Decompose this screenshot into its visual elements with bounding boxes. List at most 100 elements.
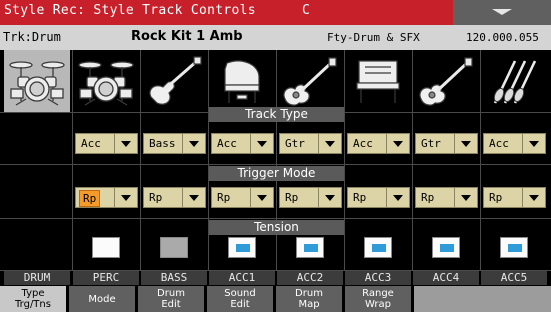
grand-piano-icon bbox=[224, 60, 260, 103]
page-menu-button[interactable] bbox=[453, 0, 551, 25]
tension-toggle-bass[interactable] bbox=[160, 237, 188, 258]
track-label-acc2[interactable]: ACC2 bbox=[277, 271, 343, 285]
trigger-mode-header: Trigger Mode bbox=[209, 166, 344, 181]
dropdown-arrow-icon bbox=[114, 188, 137, 207]
style-name: Rock Kit 1 Amb bbox=[131, 29, 243, 44]
trigger-mode-dropdown-acc2[interactable]: Rp bbox=[279, 187, 342, 208]
track-icon-acc4[interactable] bbox=[413, 50, 479, 112]
tab-empty-slot bbox=[414, 286, 551, 312]
tab-sound-edit[interactable]: Sound Edit bbox=[207, 286, 273, 312]
track-type-dropdown-acc2[interactable]: Gtr bbox=[279, 133, 342, 154]
dropdown-arrow-icon bbox=[386, 188, 409, 207]
dropdown-arrow-icon bbox=[250, 188, 273, 207]
style-track-controls-screen: Style Rec: Style Track Controls C Trk:Dr… bbox=[0, 0, 551, 312]
tension-on-indicator bbox=[508, 244, 522, 252]
dropdown-arrow-icon bbox=[454, 134, 477, 153]
strings-icon bbox=[493, 60, 537, 104]
track-type-dropdown-acc5[interactable]: Acc bbox=[483, 133, 546, 154]
track-label-acc4[interactable]: ACC4 bbox=[413, 271, 479, 285]
track-label-acc1[interactable]: ACC1 bbox=[209, 271, 275, 285]
track-icon-acc3[interactable] bbox=[345, 50, 411, 112]
track-icon-acc2[interactable] bbox=[277, 50, 343, 112]
tab-drum-edit[interactable]: Drum Edit bbox=[138, 286, 204, 312]
drum-kit-icon bbox=[78, 61, 134, 106]
track-label-perc[interactable]: PERC bbox=[73, 271, 139, 285]
trigger-mode-dropdown-bass[interactable]: Rp bbox=[143, 187, 206, 208]
track-type-dropdown-perc[interactable]: Acc bbox=[75, 133, 138, 154]
acoustic-guitar-icon bbox=[283, 57, 337, 106]
track-type-dropdown-bass[interactable]: Bass bbox=[143, 133, 206, 154]
track-type-dropdown-acc3[interactable]: Acc bbox=[347, 133, 410, 154]
tension-toggle-acc4[interactable] bbox=[432, 237, 460, 258]
track-type-dropdown-acc1[interactable]: Acc bbox=[211, 133, 274, 154]
track-type-value: Bass bbox=[149, 137, 176, 150]
page-title: Style Rec: Style Track Controls bbox=[4, 3, 256, 18]
track-type-value: Acc bbox=[217, 137, 237, 150]
tab-type-trg-tns[interactable]: Type Trg/Tns bbox=[0, 286, 66, 312]
track-label-acc3[interactable]: ACC3 bbox=[345, 271, 411, 285]
acoustic-guitar-icon bbox=[419, 57, 473, 106]
tab-label-line1: Range bbox=[362, 288, 394, 299]
trigger-mode-value: Rp bbox=[353, 191, 367, 204]
trigger-mode-value: Rp bbox=[489, 191, 503, 204]
page-menu-arrow-icon bbox=[492, 9, 512, 15]
dropdown-arrow-icon bbox=[318, 188, 341, 207]
dropdown-arrow-icon bbox=[250, 134, 273, 153]
trigger-mode-value: Rp bbox=[217, 191, 231, 204]
info-bar: Trk:Drum Rock Kit 1 Amb Fty-Drum & SFX 1… bbox=[0, 25, 551, 50]
tension-toggle-acc5[interactable] bbox=[500, 237, 528, 258]
trigger-mode-dropdown-acc1[interactable]: Rp bbox=[211, 187, 274, 208]
tab-label-line2: Edit bbox=[161, 299, 181, 310]
track-type-value: Gtr bbox=[285, 137, 305, 150]
track-icon-drum[interactable] bbox=[4, 50, 70, 112]
tab-label-line1: Sound bbox=[224, 288, 256, 299]
track-type-value: Acc bbox=[353, 137, 373, 150]
tension-toggle-perc[interactable] bbox=[92, 237, 120, 258]
track-type-value: Acc bbox=[81, 137, 101, 150]
tension-toggle-acc3[interactable] bbox=[364, 237, 392, 258]
tab-drum-map[interactable]: Drum Map bbox=[276, 286, 342, 312]
track-icon-acc5[interactable] bbox=[481, 50, 547, 112]
trigger-mode-value: Rp bbox=[149, 191, 163, 204]
mode-indicator: C bbox=[302, 3, 310, 18]
tension-toggle-acc2[interactable] bbox=[296, 237, 324, 258]
track-icon-perc[interactable] bbox=[73, 50, 139, 112]
tab-mode[interactable]: Mode bbox=[69, 286, 135, 312]
tension-toggle-acc1[interactable] bbox=[228, 237, 256, 258]
track-type-value: Gtr bbox=[421, 137, 441, 150]
trigger-mode-dropdown-acc3[interactable]: Rp bbox=[347, 187, 410, 208]
trigger-mode-dropdown-perc[interactable]: Rp bbox=[75, 187, 138, 208]
style-bank: Fty-Drum & SFX bbox=[327, 31, 420, 44]
trigger-mode-value: Rp bbox=[79, 190, 101, 207]
tab-label-line1: Drum bbox=[157, 288, 185, 299]
drum-kit-icon bbox=[9, 61, 65, 106]
track-icon-bass[interactable] bbox=[141, 50, 207, 112]
tab-range-wrap[interactable]: Range Wrap bbox=[345, 286, 411, 312]
tab-label-line2: Map bbox=[298, 299, 320, 310]
track-type-dropdown-acc4[interactable]: Gtr bbox=[415, 133, 478, 154]
dropdown-arrow-icon bbox=[318, 134, 341, 153]
trigger-mode-value: Rp bbox=[285, 191, 299, 204]
dropdown-arrow-icon bbox=[182, 188, 205, 207]
tension-on-indicator bbox=[304, 244, 318, 252]
dropdown-arrow-icon bbox=[386, 134, 409, 153]
trigger-mode-dropdown-acc4[interactable]: Rp bbox=[415, 187, 478, 208]
upright-piano-icon bbox=[356, 60, 400, 103]
title-bar: Style Rec: Style Track Controls C bbox=[0, 0, 551, 25]
track-indicator: Trk:Drum bbox=[3, 30, 61, 44]
trigger-mode-value: Rp bbox=[421, 191, 435, 204]
track-icon-acc1[interactable] bbox=[209, 50, 275, 112]
tension-on-indicator bbox=[236, 244, 250, 252]
trigger-mode-dropdown-acc5[interactable]: Rp bbox=[483, 187, 546, 208]
tension-header: Tension bbox=[209, 220, 344, 235]
track-label-drum[interactable]: DRUM bbox=[4, 271, 70, 285]
track-label-bass[interactable]: BASS bbox=[141, 271, 207, 285]
track-label-acc5[interactable]: ACC5 bbox=[481, 271, 547, 285]
tab-label-line1: Type bbox=[21, 288, 45, 299]
dropdown-arrow-icon bbox=[522, 134, 545, 153]
track-type-value: Acc bbox=[489, 137, 509, 150]
tension-on-indicator bbox=[440, 244, 454, 252]
dropdown-arrow-icon bbox=[522, 188, 545, 207]
tab-label-line2: Wrap bbox=[364, 299, 392, 310]
tab-label-line2: Edit bbox=[230, 299, 250, 310]
